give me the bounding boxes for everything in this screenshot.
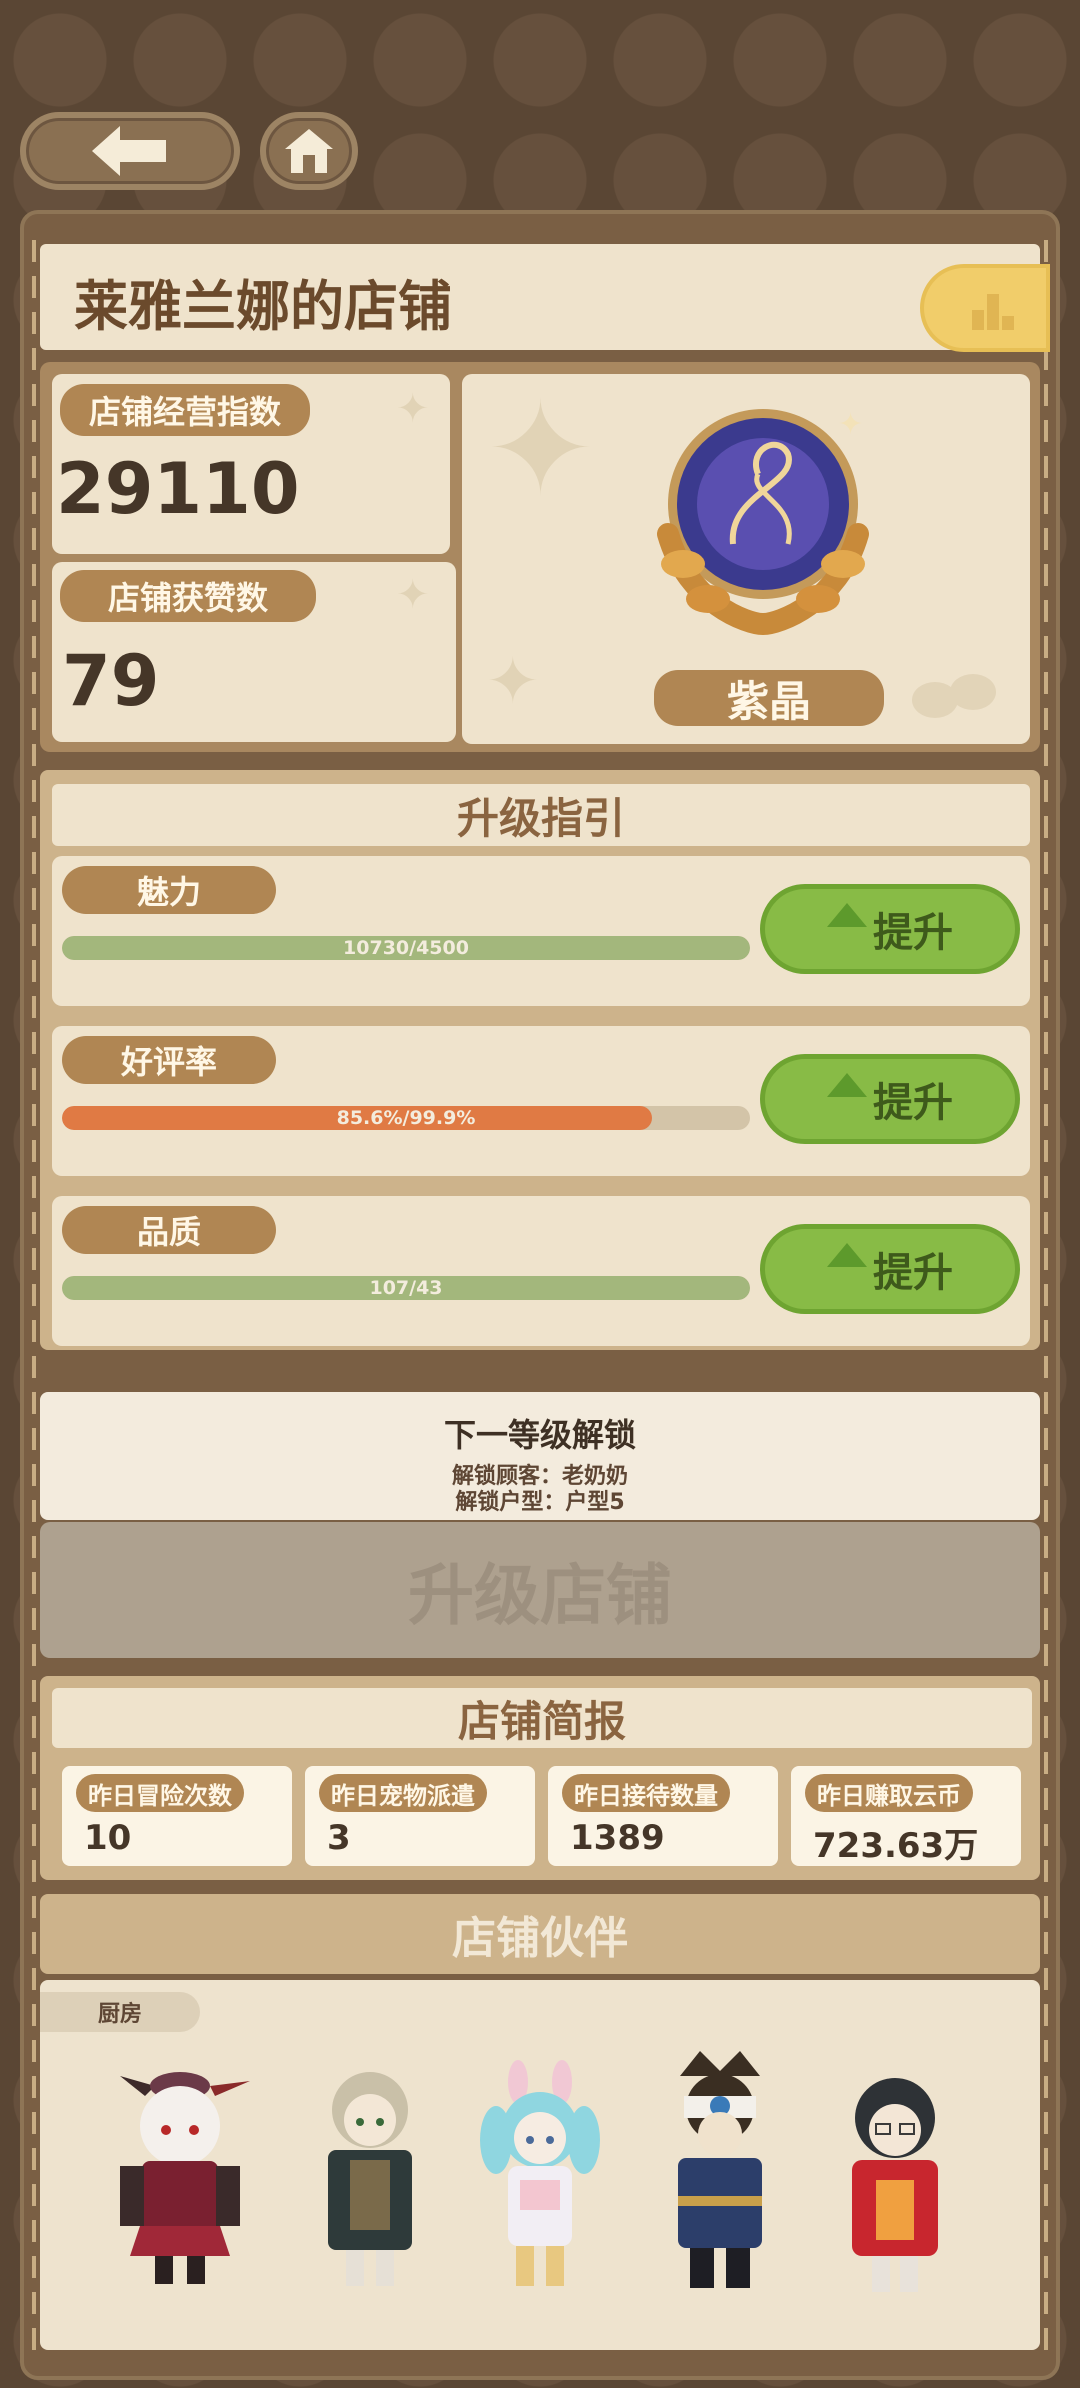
home-button[interactable] — [260, 112, 358, 190]
likes-label: 店铺获赞数 — [60, 570, 316, 622]
store-partners-header: 店铺伙伴 — [40, 1894, 1040, 1974]
ranking-button[interactable] — [920, 264, 1050, 352]
tier-badge-card[interactable]: ✦ ✦ ✦ 紫晶 — [462, 374, 1030, 744]
next-level-title: 下一等级解锁 — [443, 1416, 636, 1454]
coffee-bean-icon — [912, 664, 1002, 724]
sparkle-icon: ✦ — [486, 373, 595, 525]
panel-stitch-right — [1044, 240, 1048, 2360]
stat-pet-dispatch: 昨日宠物派遣 3 — [305, 1766, 535, 1866]
up-arrow-icon — [827, 1073, 867, 1097]
likes-value: 79 — [62, 640, 160, 722]
operation-index-label: 店铺经营指数 — [60, 384, 310, 436]
stat-reception-value: 1389 — [570, 1818, 665, 1858]
svg-text:✦: ✦ — [838, 407, 863, 442]
captain-icon[interactable] — [650, 2046, 790, 2296]
rating-upgrade-button[interactable]: 提升 — [760, 1054, 1020, 1144]
horned-girl-icon[interactable] — [100, 2056, 260, 2286]
home-icon — [285, 129, 333, 173]
sparkle-icon: ✦ — [486, 645, 540, 719]
stat-pet-dispatch-value: 3 — [327, 1818, 351, 1858]
unlock-layout-text: 解锁户型：户型5 — [455, 1490, 625, 1515]
upgrade-guide-title: 升级指引 — [52, 784, 1030, 846]
quality-label: 品质 — [62, 1206, 276, 1254]
stat-adventures: 昨日冒险次数 10 — [62, 1766, 292, 1866]
operation-index-card: 店铺经营指数 ✦ 29110 — [52, 374, 450, 554]
quality-progress-text: 107/43 — [369, 1277, 443, 1299]
tier-label: 紫晶 — [654, 670, 884, 726]
up-arrow-icon — [827, 1243, 867, 1267]
store-title: 莱雅兰娜的店铺 — [74, 275, 452, 338]
rating-label: 好评率 — [62, 1036, 276, 1084]
quality-upgrade-button[interactable]: 提升 — [760, 1224, 1020, 1314]
rating-progress-bar: 85.6%/99.9% — [62, 1106, 750, 1130]
up-arrow-icon — [827, 903, 867, 927]
sparkle-icon: ✦ — [396, 386, 430, 432]
charm-upgrade-button[interactable]: 提升 — [760, 884, 1020, 974]
stat-cloud-coins-value: 723.63万 — [813, 1826, 979, 1866]
quality-progress-bar: 107/43 — [62, 1276, 750, 1300]
upgrade-store-button[interactable]: 升级店铺 — [40, 1522, 1040, 1658]
panel-stitch-left — [32, 240, 36, 2360]
upgrade-button-label: 提升 — [873, 910, 953, 956]
bar-chart-icon — [972, 294, 1014, 330]
upgrade-button-label: 提升 — [873, 1080, 953, 1126]
rating-progress-text: 85.6%/99.9% — [336, 1107, 476, 1129]
likes-card: 店铺获赞数 ✦ 79 — [52, 562, 456, 742]
sparkle-icon: ✦ — [396, 572, 430, 618]
red-coat-girl-icon[interactable] — [830, 2060, 960, 2300]
charm-progress-text: 10730/4500 — [343, 937, 469, 959]
bunny-girl-icon[interactable] — [470, 2060, 610, 2300]
amethyst-laurel-emblem-icon: ✦ — [657, 407, 869, 636]
charm-label: 魅力 — [62, 866, 276, 914]
stat-cloud-coins: 昨日赚取云币 723.63万 — [791, 1766, 1021, 1866]
store-report-title: 店铺简报 — [52, 1688, 1032, 1748]
upgrade-store-label: 升级店铺 — [408, 1557, 672, 1634]
operation-index-value: 29110 — [56, 448, 300, 530]
back-button[interactable] — [20, 112, 240, 190]
stat-adventures-value: 10 — [84, 1818, 132, 1858]
kitchen-tag[interactable]: 厨房 — [40, 1992, 200, 2032]
top-dot-border — [36, 228, 1044, 242]
cloaked-boy-icon[interactable] — [310, 2050, 430, 2290]
back-arrow-icon — [92, 126, 166, 176]
charm-progress-bar: 10730/4500 — [62, 936, 750, 960]
upgrade-button-label: 提升 — [873, 1250, 953, 1296]
stat-cloud-coins-label: 昨日赚取云币 — [805, 1774, 973, 1812]
stat-reception-label: 昨日接待数量 — [562, 1774, 730, 1812]
stat-pet-dispatch-label: 昨日宠物派遣 — [319, 1774, 487, 1812]
stat-reception: 昨日接待数量 1389 — [548, 1766, 778, 1866]
stat-adventures-label: 昨日冒险次数 — [76, 1774, 244, 1812]
store-partners-title: 店铺伙伴 — [452, 1913, 628, 1964]
kitchen-tag-label: 厨房 — [97, 2002, 142, 2027]
